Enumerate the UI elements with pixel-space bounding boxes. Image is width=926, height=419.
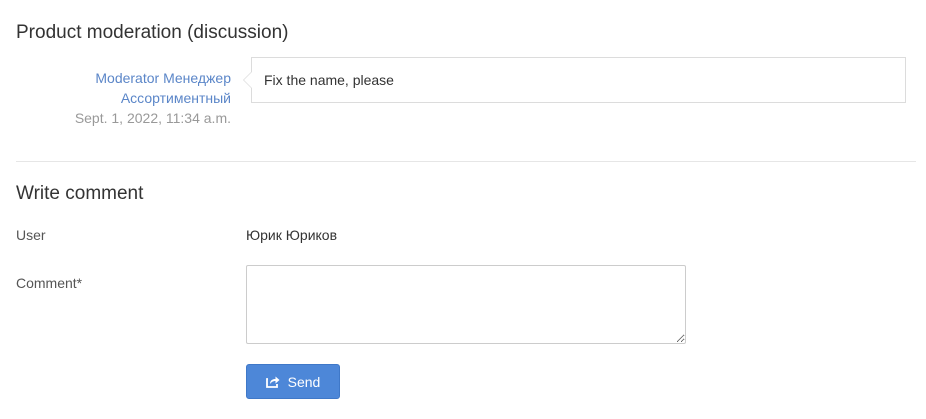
comment-text: Fix the name, please bbox=[264, 72, 394, 88]
discussion-title: Product moderation (discussion) bbox=[16, 22, 289, 43]
user-label: User bbox=[16, 227, 46, 243]
comment-bubble: Fix the name, please bbox=[243, 57, 906, 103]
comment-date: Sept. 1, 2022, 11:34 a.m. bbox=[74, 110, 231, 126]
comment-author-link[interactable]: Moderator Менеджер Ассортиментный bbox=[16, 68, 231, 108]
comment-textarea[interactable] bbox=[246, 265, 686, 344]
comment-meta: Moderator Менеджер Ассортиментный Sept. … bbox=[16, 68, 231, 128]
send-button[interactable]: Send bbox=[246, 364, 340, 399]
send-label: Send bbox=[287, 373, 321, 390]
comment-label: Comment* bbox=[16, 275, 83, 291]
user-value: Юрик Юриков bbox=[246, 227, 338, 243]
write-comment-title: Write comment bbox=[16, 183, 144, 204]
divider bbox=[16, 161, 916, 162]
share-icon bbox=[265, 375, 280, 388]
page: Product moderation (discussion) Moderato… bbox=[0, 0, 926, 419]
